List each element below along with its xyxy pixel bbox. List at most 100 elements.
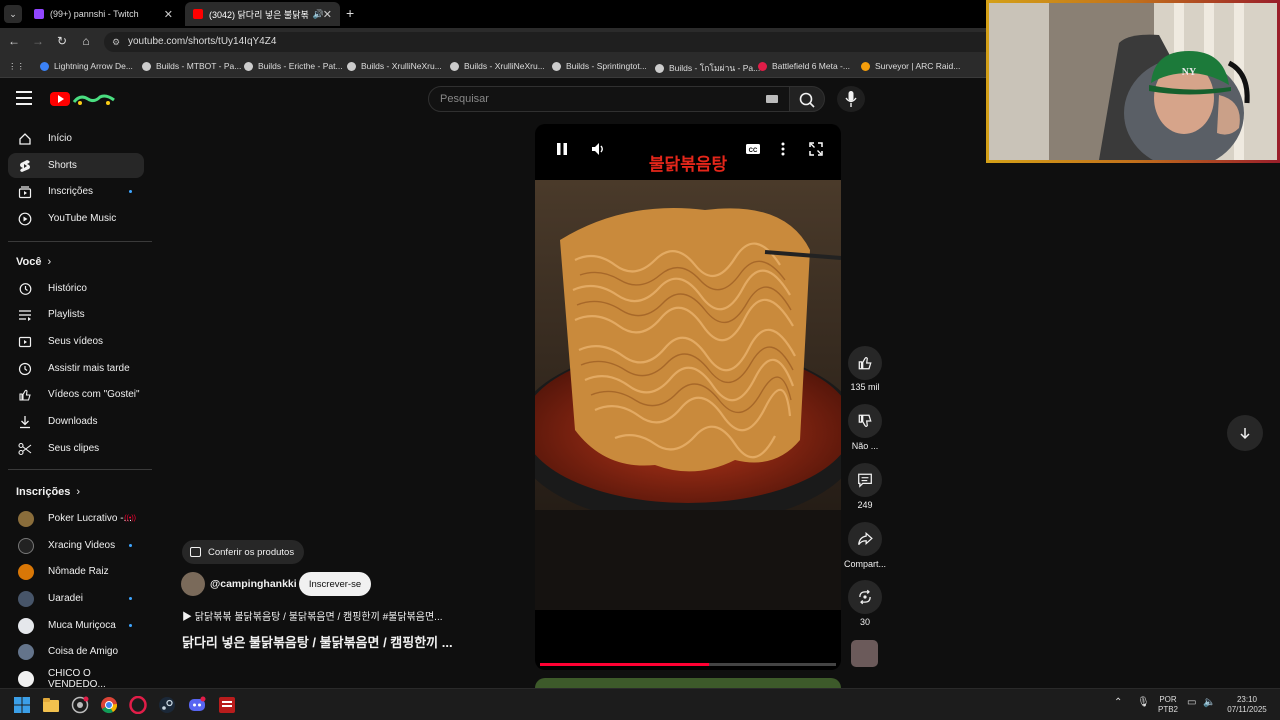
- download-icon: [20, 415, 30, 428]
- remix-button[interactable]: [848, 580, 882, 614]
- more-options-button[interactable]: [778, 141, 788, 162]
- video-title[interactable]: 닭다리 넣은 불닭볶음탕 / 불닭볶음면 / 캠핑한끼 ...: [182, 632, 453, 651]
- sidebar-item-youtube-music[interactable]: YouTube Music: [8, 206, 144, 231]
- app-icon[interactable]: [218, 696, 236, 714]
- language-indicator[interactable]: POR PTB2: [1156, 695, 1180, 715]
- subscriptions-section-heading[interactable]: Inscrições ›: [16, 486, 80, 498]
- channel-avatar[interactable]: [181, 572, 205, 596]
- dislike-label: Não ...: [851, 441, 879, 451]
- forward-icon[interactable]: →: [30, 34, 46, 48]
- steam-icon[interactable]: [158, 696, 176, 714]
- captions-button[interactable]: CC: [745, 141, 761, 162]
- sidebar-item-playlists[interactable]: Playlists: [8, 302, 144, 327]
- opera-icon[interactable]: [129, 696, 147, 714]
- sidebar-item-your-clips[interactable]: Seus clipes: [8, 436, 144, 461]
- subscription-item[interactable]: Xracing Videos: [8, 533, 144, 558]
- subscription-item[interactable]: Poker Lucrativo -... ((•)): [8, 506, 144, 531]
- file-explorer-icon[interactable]: [42, 696, 60, 714]
- volume-icon[interactable]: 🔈: [1203, 698, 1215, 708]
- share-button[interactable]: [848, 522, 882, 556]
- apps-icon[interactable]: ⋮⋮: [8, 61, 25, 72]
- video-description[interactable]: ▶ 닭닭볶볶 불닭볶음탕 / 불닭볶음면 / 캠핑한끼 #불닭볶음면...: [182, 608, 443, 623]
- app-icon[interactable]: [71, 696, 89, 714]
- guide-menu-button[interactable]: [16, 91, 32, 105]
- bookmark-label: Lightning Arrow De...: [54, 61, 133, 71]
- voice-search-button[interactable]: [837, 86, 865, 112]
- youtube-logo[interactable]: [50, 91, 120, 107]
- shorts-player[interactable]: 불닭볶음탕 CC: [535, 124, 841, 670]
- browser-tab-twitch[interactable]: (99+) pannshi - Twitch ✕: [26, 2, 181, 26]
- bookmark-item[interactable]: Builds - XrulliNeXru...: [347, 61, 442, 71]
- network-icon[interactable]: ▭: [1187, 698, 1196, 708]
- search-button[interactable]: [789, 86, 825, 112]
- sidebar-item-your-videos[interactable]: Seus vídeos: [8, 329, 144, 354]
- arrow-down-icon: [1240, 428, 1250, 440]
- windows-taskbar: ⌃ 🎙 POR PTB2 ▭ 🔈 23:10 07/11/2025: [0, 688, 1280, 720]
- progress-bar[interactable]: [540, 663, 836, 666]
- back-icon[interactable]: ←: [6, 34, 22, 48]
- dislike-button[interactable]: [848, 404, 882, 438]
- sidebar-item-home[interactable]: Início: [8, 126, 144, 151]
- sidebar-item-liked-videos[interactable]: Vídeos com "Gostei": [8, 382, 144, 407]
- bookmark-item[interactable]: Lightning Arrow De...: [40, 61, 133, 71]
- bookmark-item[interactable]: Builds - MTBOT - Pa...: [142, 61, 241, 71]
- sidebar-item-shorts[interactable]: Shorts: [8, 153, 144, 178]
- volume-button[interactable]: [590, 141, 606, 162]
- thumbs-up-icon: [19, 389, 31, 401]
- subscription-item[interactable]: Muca Muriçoca: [8, 613, 144, 638]
- subscription-item[interactable]: Nômade Raiz: [8, 559, 144, 584]
- subscription-label: Poker Lucrativo -...: [48, 513, 132, 524]
- remix-icon: [859, 589, 871, 605]
- keyboard-icon[interactable]: [766, 95, 778, 103]
- bookmark-item[interactable]: Battlefield 6 Meta -...: [758, 61, 850, 71]
- microphone-icon: [845, 91, 857, 107]
- browser-tab-youtube[interactable]: (3042) 닭다리 넣은 불닭볶 🔊 ✕: [185, 2, 340, 26]
- bookmark-item[interactable]: Builds - โกโมผ่าน - Pa...: [655, 61, 760, 75]
- close-icon[interactable]: ✕: [164, 8, 173, 21]
- windows-start-icon[interactable]: [13, 696, 31, 714]
- tab-search-button[interactable]: ⌄: [4, 5, 22, 23]
- new-content-dot: [129, 597, 132, 600]
- bookmark-item[interactable]: Builds - Ericthe - Pat...: [244, 61, 343, 71]
- sidebar-divider: [8, 241, 152, 242]
- fullscreen-button[interactable]: [808, 141, 824, 162]
- subscriptions-icon: [18, 185, 32, 198]
- site-info-icon[interactable]: ⚙: [112, 32, 120, 52]
- sidebar-item-watch-later[interactable]: Assistir mais tarde: [8, 356, 144, 381]
- chevron-right-icon: ›: [76, 486, 81, 498]
- search-input[interactable]: Pesquisar: [428, 86, 790, 112]
- view-products-button[interactable]: Conferir os produtos: [182, 540, 305, 564]
- bookmark-label: Builds - XrulliNeXru...: [464, 61, 545, 71]
- like-button[interactable]: [848, 346, 882, 380]
- sidebar-item-label: Inscrições: [48, 186, 94, 197]
- pause-button[interactable]: [555, 141, 569, 162]
- subscription-item[interactable]: Uaradei: [8, 586, 144, 611]
- bookmark-item[interactable]: Builds - Sprintingtot...: [552, 61, 647, 71]
- close-icon[interactable]: ✕: [323, 8, 332, 21]
- thumbs-down-icon: [858, 414, 872, 428]
- comments-button[interactable]: [848, 463, 882, 497]
- new-tab-button[interactable]: +: [346, 5, 354, 21]
- subscription-item[interactable]: Coisa de Amigo: [8, 639, 144, 664]
- subscribe-button[interactable]: Inscrever-se: [299, 572, 371, 596]
- audio-thumbnail[interactable]: [851, 640, 878, 667]
- keyboard-layout: PTB2: [1157, 705, 1178, 714]
- sidebar-item-subscriptions[interactable]: Inscrições: [8, 179, 144, 204]
- channel-name[interactable]: @campinghankki: [210, 578, 297, 590]
- chevron-up-icon[interactable]: ⌃: [1114, 698, 1122, 708]
- bookmark-item[interactable]: Surveyor | ARC Raid...: [861, 61, 960, 71]
- next-video-button[interactable]: [1227, 415, 1263, 451]
- bookmark-item[interactable]: Builds - XrulliNeXru...: [450, 61, 545, 71]
- bookmark-icon: [861, 61, 870, 71]
- clock[interactable]: 23:10 07/11/2025: [1222, 695, 1272, 715]
- microphone-icon[interactable]: 🎙: [1137, 698, 1150, 708]
- reload-icon[interactable]: ↻: [54, 34, 70, 48]
- sidebar-item-history[interactable]: Histórico: [8, 276, 144, 301]
- url-field[interactable]: ⚙ youtube.com/shorts/tUy14IqY4Z4: [104, 32, 1004, 52]
- sidebar-item-downloads[interactable]: Downloads: [8, 409, 144, 434]
- subscription-label: Uaradei: [48, 593, 84, 604]
- chrome-icon[interactable]: [100, 696, 118, 714]
- home-icon[interactable]: ⌂: [78, 34, 94, 48]
- you-section-heading[interactable]: Você ›: [16, 256, 51, 268]
- discord-icon[interactable]: [188, 696, 206, 714]
